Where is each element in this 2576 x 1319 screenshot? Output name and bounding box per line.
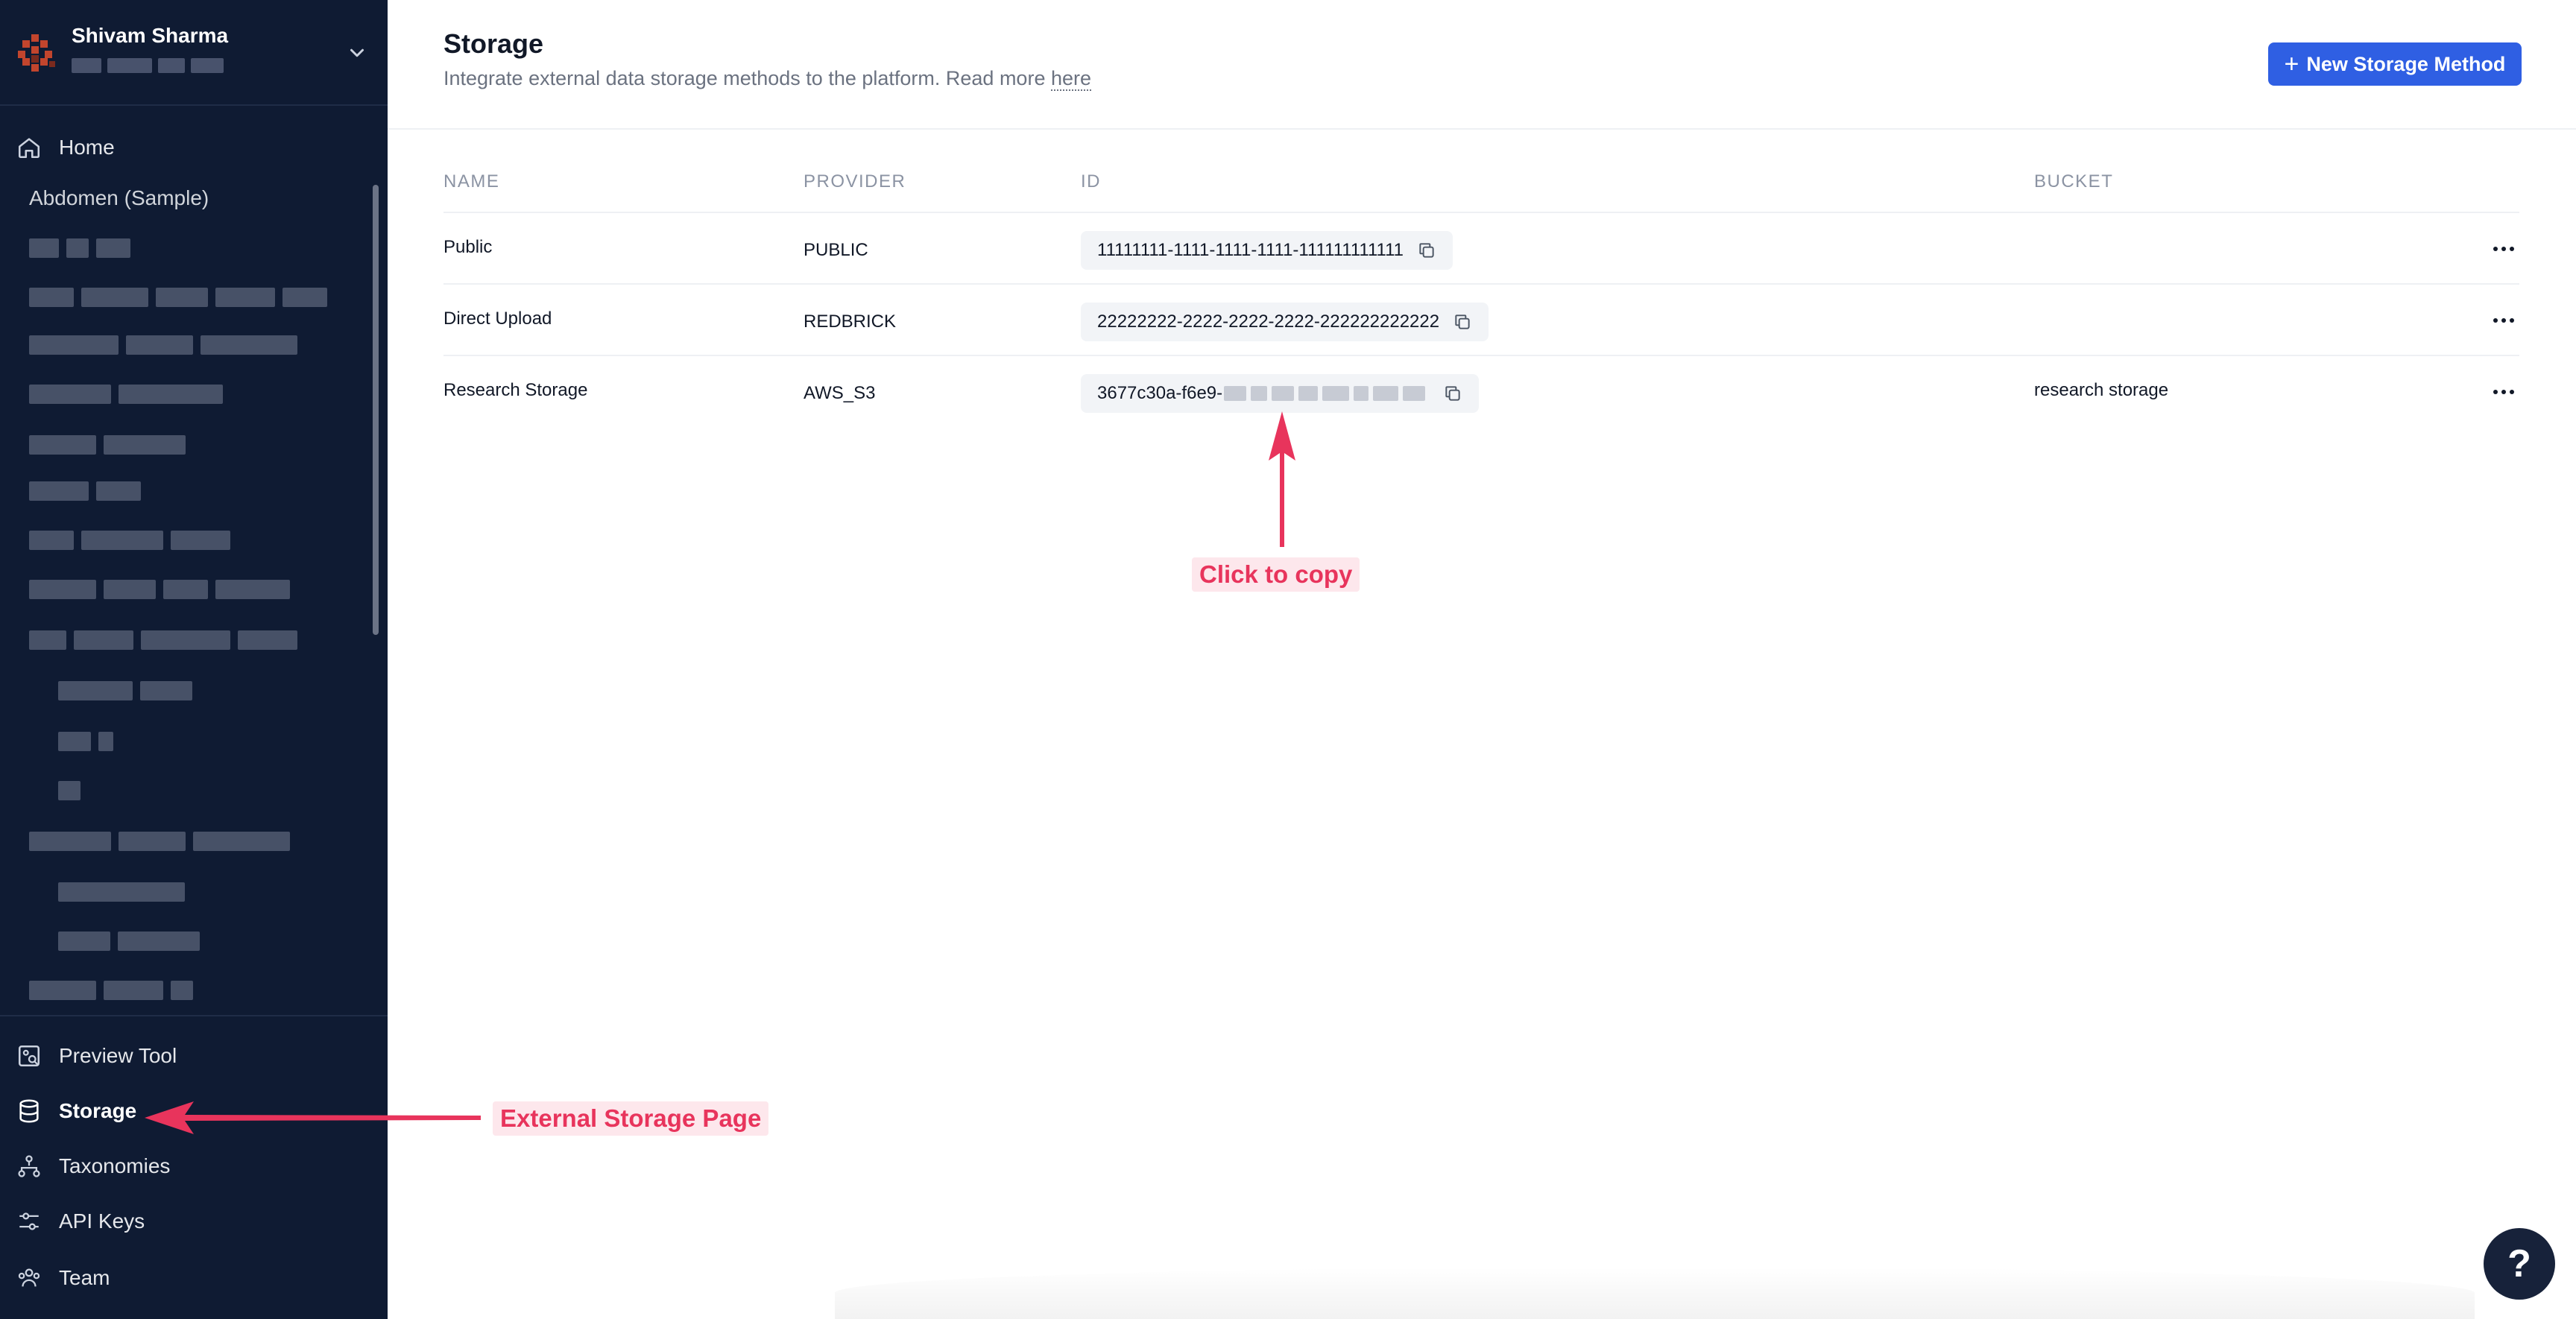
redacted-nav-subitem[interactable] bbox=[58, 882, 192, 905]
column-header-name: NAME bbox=[443, 171, 500, 192]
redacted-nav-item[interactable] bbox=[29, 981, 201, 1003]
bottom-shadow bbox=[835, 1267, 2475, 1319]
new-storage-method-button[interactable]: + New Storage Method bbox=[2268, 42, 2522, 86]
storage-id: 11111111-1111-1111-1111-111111111111 bbox=[1097, 240, 1404, 260]
sidebar-divider bbox=[0, 1015, 388, 1016]
redacted-nav-item[interactable] bbox=[29, 385, 230, 407]
redacted-nav-subitem[interactable] bbox=[58, 732, 121, 754]
row-more-options-button[interactable] bbox=[2487, 376, 2520, 408]
nav-api-keys-label: API Keys bbox=[59, 1209, 145, 1233]
nav-team[interactable]: Team bbox=[0, 1252, 388, 1304]
storage-provider: PUBLIC bbox=[804, 240, 868, 260]
nav-api-keys[interactable]: API Keys bbox=[0, 1195, 388, 1247]
chevron-down-icon[interactable] bbox=[346, 42, 368, 64]
users-icon bbox=[18, 1268, 40, 1287]
image-search-icon bbox=[18, 1045, 40, 1067]
storage-name: Direct Upload bbox=[443, 309, 552, 329]
storage-id: 3677c30a-f6e9- bbox=[1097, 383, 1223, 403]
row-more-options-button[interactable] bbox=[2487, 304, 2520, 337]
redacted-nav-item[interactable] bbox=[29, 832, 297, 854]
storage-id: 22222222-2222-2222-2222-222222222222 bbox=[1097, 311, 1440, 332]
nav-home-label: Home bbox=[59, 136, 115, 159]
annotation-click-to-copy: Click to copy bbox=[1192, 557, 1360, 592]
row-more-options-button[interactable] bbox=[2487, 233, 2520, 265]
storage-bucket: research storage bbox=[2034, 380, 2169, 400]
nav-preview-tool-label: Preview Tool bbox=[59, 1044, 177, 1067]
more-horizontal-icon bbox=[2493, 247, 2514, 251]
table-row: Direct Upload REDBRICK 22222222-2222-222… bbox=[443, 283, 2519, 355]
redacted-nav-item[interactable] bbox=[29, 531, 238, 553]
new-storage-method-label: New Storage Method bbox=[2306, 52, 2506, 75]
nav-taxonomies[interactable]: Taxonomies bbox=[0, 1140, 388, 1192]
home-icon bbox=[18, 138, 40, 159]
org-name: Shivam Sharma bbox=[72, 24, 229, 47]
arrow-left-annotation-icon bbox=[145, 1101, 481, 1134]
copy-icon[interactable] bbox=[1453, 312, 1472, 332]
redacted-nav-item[interactable] bbox=[29, 238, 138, 261]
redacted-nav-item[interactable] bbox=[29, 580, 297, 602]
storage-id-pill[interactable]: 11111111-1111-1111-1111-111111111111 bbox=[1081, 231, 1453, 270]
help-button[interactable]: ? bbox=[2484, 1228, 2555, 1300]
storage-id-redacted bbox=[1224, 386, 1430, 401]
column-header-id: ID bbox=[1081, 171, 1101, 192]
org-logo-icon bbox=[18, 34, 55, 72]
sliders-icon bbox=[19, 1212, 39, 1230]
redacted-nav-subitem[interactable] bbox=[58, 931, 207, 954]
nav-team-label: Team bbox=[59, 1266, 110, 1289]
project-title[interactable]: Abdomen (Sample) bbox=[29, 186, 209, 210]
storage-name: Public bbox=[443, 237, 493, 257]
page-title: Storage bbox=[443, 28, 544, 59]
column-header-bucket: BUCKET bbox=[2034, 171, 2114, 192]
sidebar-scrollbar[interactable] bbox=[373, 185, 379, 635]
nav-storage-label: Storage bbox=[59, 1099, 137, 1122]
nav-preview-tool[interactable]: Preview Tool bbox=[0, 1030, 388, 1082]
org-subtitle-redacted bbox=[72, 58, 236, 78]
storage-provider: REDBRICK bbox=[804, 311, 897, 332]
redacted-nav-item[interactable] bbox=[29, 481, 148, 504]
nav-taxonomies-label: Taxonomies bbox=[59, 1154, 171, 1177]
more-horizontal-icon bbox=[2493, 390, 2514, 394]
arrow-up-annotation-icon bbox=[1269, 411, 1295, 547]
annotation-external-storage-page: External Storage Page bbox=[493, 1101, 769, 1136]
org-switcher[interactable]: Shivam Sharma bbox=[0, 0, 388, 106]
nav-home[interactable]: Home bbox=[0, 121, 388, 174]
table-row: Research Storage AWS_S3 3677c30a-f6e9- r… bbox=[443, 355, 2519, 426]
copy-icon[interactable] bbox=[1443, 384, 1462, 403]
column-header-provider: PROVIDER bbox=[804, 171, 906, 192]
read-more-link[interactable]: here bbox=[1050, 67, 1092, 91]
copy-icon[interactable] bbox=[1417, 241, 1436, 260]
redacted-nav-item[interactable] bbox=[29, 630, 305, 653]
storage-id-pill[interactable]: 3677c30a-f6e9- bbox=[1081, 374, 1480, 413]
page-description: Integrate external data storage methods … bbox=[443, 67, 1092, 91]
redacted-nav-subitem[interactable] bbox=[58, 681, 200, 703]
plus-icon: + bbox=[2284, 50, 2299, 78]
page-description-text: Integrate external data storage methods … bbox=[443, 67, 1046, 89]
redacted-nav-item[interactable] bbox=[29, 335, 305, 358]
more-horizontal-icon bbox=[2493, 318, 2514, 323]
table-row: Public PUBLIC 11111111-1111-1111-1111-11… bbox=[443, 212, 2519, 283]
redacted-nav-item[interactable] bbox=[29, 288, 335, 310]
redacted-nav-subitem[interactable] bbox=[58, 781, 88, 803]
hierarchy-icon bbox=[18, 1155, 40, 1177]
storage-provider: AWS_S3 bbox=[804, 383, 876, 403]
database-icon bbox=[19, 1099, 39, 1123]
redacted-nav-item[interactable] bbox=[29, 435, 193, 458]
storage-id-pill[interactable]: 22222222-2222-2222-2222-222222222222 bbox=[1081, 303, 1489, 341]
storage-name: Research Storage bbox=[443, 380, 588, 400]
page-header: Storage Integrate external data storage … bbox=[388, 0, 2576, 130]
